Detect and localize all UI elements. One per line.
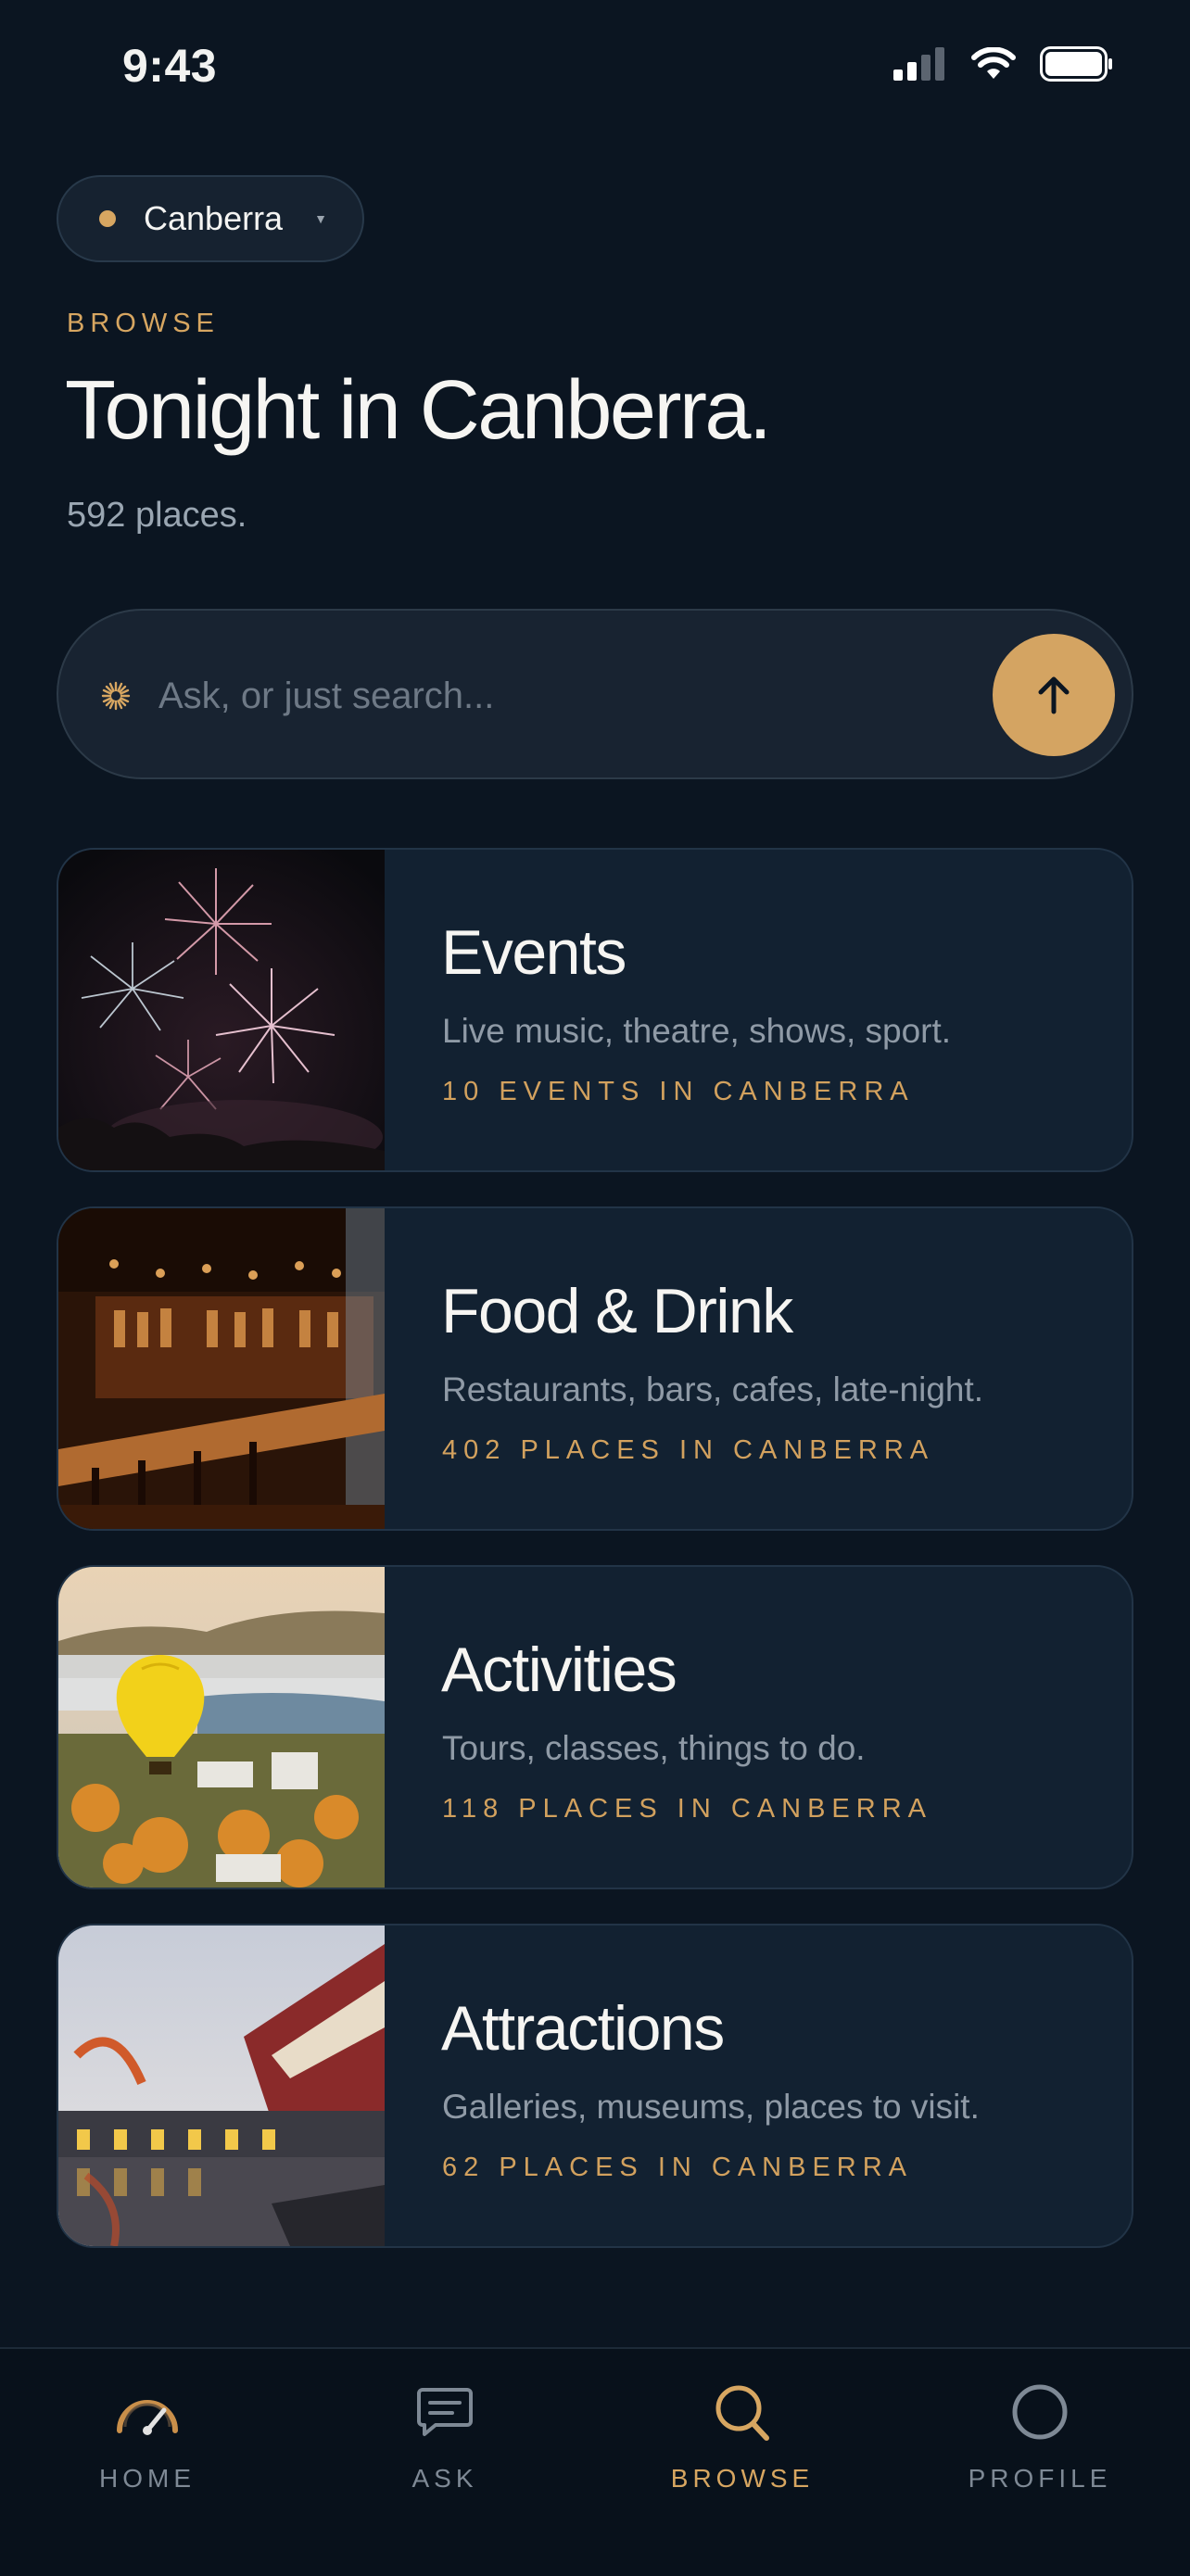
category-subtitle: Galleries, museums, places to visit. xyxy=(442,2088,980,2126)
category-card-food-drink[interactable]: Food & Drink Restaurants, bars, cafes, l… xyxy=(57,1206,1133,1531)
category-subtitle: Live music, theatre, shows, sport. xyxy=(442,1012,952,1050)
search-submit-button[interactable] xyxy=(993,634,1115,756)
category-count: 402 PLACES IN CANBERRA xyxy=(442,1435,935,1465)
tab-home[interactable]: HOME xyxy=(55,2375,240,2505)
status-icons xyxy=(893,46,1114,82)
category-count: 10 EVENTS IN CANBERRA xyxy=(442,1077,915,1106)
category-title: Food & Drink xyxy=(441,1276,793,1346)
section-eyebrow: BROWSE xyxy=(67,309,220,338)
category-title: Events xyxy=(441,917,627,988)
fireworks-photo xyxy=(58,850,385,1170)
category-subtitle: Tours, classes, things to do. xyxy=(442,1729,866,1767)
city-name: Canberra xyxy=(144,199,284,237)
tab-label: PROFILE xyxy=(968,2464,1112,2493)
search-icon xyxy=(715,2385,769,2441)
search-bar xyxy=(57,609,1133,779)
arrow-up-icon xyxy=(1038,676,1070,714)
category-title: Activities xyxy=(441,1635,677,1705)
page-title: Tonight in Canberra. xyxy=(65,364,772,457)
bar-interior-photo xyxy=(58,1208,385,1529)
category-subtitle: Restaurants, bars, cafes, late-night. xyxy=(442,1370,984,1408)
place-count: 592 places. xyxy=(67,496,247,535)
wifi-icon xyxy=(971,47,1016,79)
search-input[interactable] xyxy=(157,663,948,729)
chat-icon xyxy=(417,2388,473,2436)
museum-photo xyxy=(58,1926,385,2246)
location-dot-icon xyxy=(99,210,116,227)
status-bar: 9:43 xyxy=(0,0,1190,139)
tab-browse[interactable]: BROWSE xyxy=(650,2375,835,2505)
gauge-icon xyxy=(117,2400,178,2435)
sparkle-icon xyxy=(101,681,131,711)
category-count: 62 PLACES IN CANBERRA xyxy=(442,2153,914,2182)
category-card-events[interactable]: Events Live music, theatre, shows, sport… xyxy=(57,848,1133,1172)
battery-icon xyxy=(1040,46,1112,82)
tab-bar: HOME ASK BROWSE PROFILE xyxy=(0,2347,1190,2576)
hot-air-balloon-photo xyxy=(58,1567,385,1888)
category-count: 118 PLACES IN CANBERRA xyxy=(442,1794,932,1824)
tab-profile[interactable]: PROFILE xyxy=(947,2375,1133,2505)
tab-label: ASK xyxy=(411,2464,478,2493)
category-list: Events Live music, theatre, shows, sport… xyxy=(57,848,1133,2282)
category-card-attractions[interactable]: Attractions Galleries, museums, places t… xyxy=(57,1924,1133,2248)
category-title: Attractions xyxy=(441,1993,725,2064)
tab-label: HOME xyxy=(99,2464,196,2493)
cellular-signal-icon xyxy=(893,47,944,81)
status-time: 9:43 xyxy=(122,40,218,92)
profile-icon xyxy=(1012,2384,1068,2440)
tab-ask[interactable]: ASK xyxy=(352,2375,538,2505)
chevron-down-icon: ▼ xyxy=(314,211,327,226)
category-card-activities[interactable]: Activities Tours, classes, things to do.… xyxy=(57,1565,1133,1889)
city-selector[interactable]: Canberra ▼ xyxy=(57,175,364,262)
tab-label: BROWSE xyxy=(670,2464,815,2493)
